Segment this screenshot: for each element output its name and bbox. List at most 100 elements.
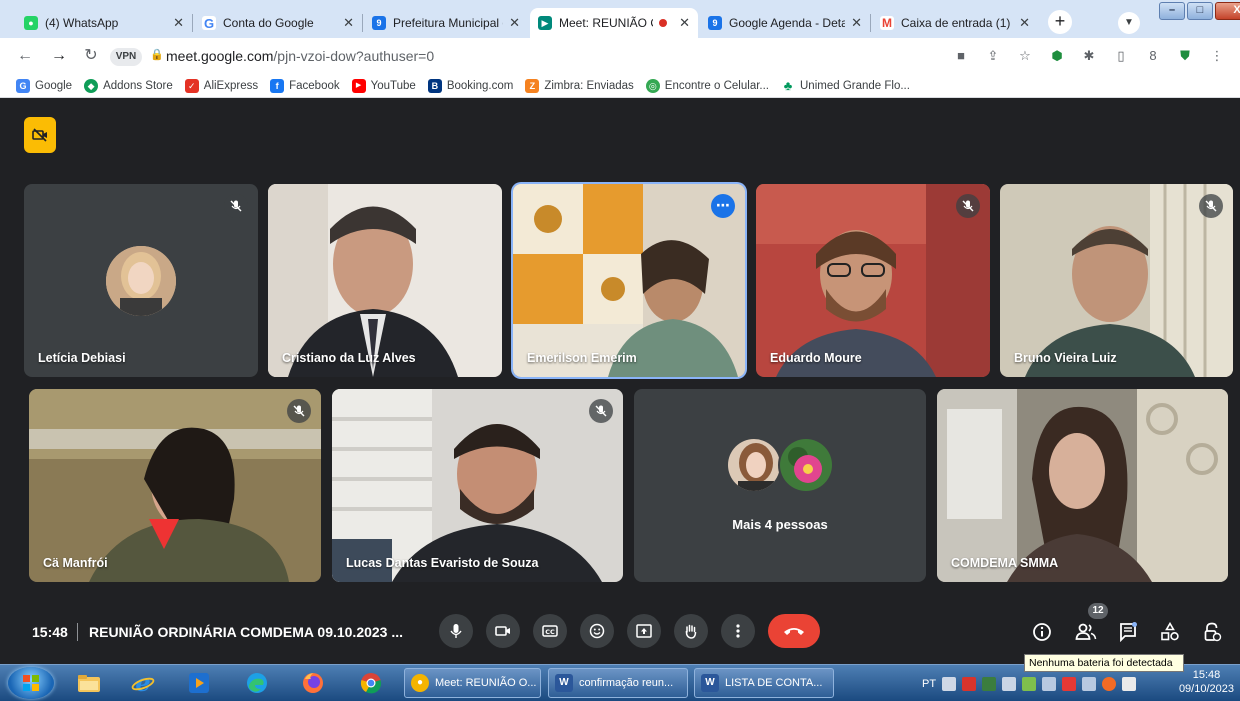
participant-tile-speaking[interactable]: ⋯ Emerilson Emerim xyxy=(513,184,745,377)
pdf-icon[interactable] xyxy=(962,676,977,691)
participant-tile[interactable]: Eduardo Moure xyxy=(756,184,990,377)
tab-close-icon[interactable]: ✕ xyxy=(1019,15,1030,31)
participant-tile[interactable]: Cristiano da Luz Alves xyxy=(268,184,502,377)
forward-arrow-icon[interactable]: → xyxy=(48,45,70,67)
people-icon[interactable] xyxy=(1074,620,1098,644)
camera-in-use-icon[interactable]: ■ xyxy=(952,47,970,65)
start-button[interactable] xyxy=(8,667,54,699)
participant-tile[interactable]: COMDEMA SMMA xyxy=(937,389,1228,582)
more-options-button[interactable] xyxy=(721,614,755,648)
tab-google-account[interactable]: G Conta do Google ✕ xyxy=(194,8,362,38)
more-participants-tile[interactable]: Mais 4 pessoas xyxy=(634,389,926,582)
taskbar-task-meet[interactable]: ● Meet: REUNIÃO O... xyxy=(404,668,541,698)
bookmark-label: Addons Store xyxy=(103,79,173,92)
taskbar-task-word-lista[interactable]: W LISTA DE CONTA... xyxy=(694,668,834,698)
network-icon[interactable] xyxy=(1022,676,1037,691)
present-icon xyxy=(636,624,652,638)
tab-close-icon[interactable]: ✕ xyxy=(509,15,520,31)
bookmark-find-phone[interactable]: ◎ Encontre o Celular... xyxy=(645,78,769,93)
bookmark-star-icon[interactable]: ☆ xyxy=(1016,47,1034,65)
taskbar-task-word-confirmacao[interactable]: W confirmação reun... xyxy=(548,668,688,698)
bookmark-aliexpress[interactable]: ✓ AliExpress xyxy=(184,78,258,93)
extension-shield-icon[interactable]: ⬢ xyxy=(1048,47,1066,65)
maximize-button[interactable]: □ xyxy=(1187,2,1213,20)
microphone-button[interactable] xyxy=(439,614,473,648)
vpn-badge[interactable]: VPN xyxy=(110,48,142,66)
volume-icon[interactable] xyxy=(1042,676,1057,691)
participant-name: Letícia Debiasi xyxy=(38,351,126,365)
present-screen-button[interactable] xyxy=(627,614,661,648)
keyboard-icon[interactable] xyxy=(942,676,957,691)
video-off-icon xyxy=(32,128,47,142)
bookmark-zimbra[interactable]: Z Zimbra: Enviadas xyxy=(525,78,634,93)
camera-off-indicator[interactable] xyxy=(24,117,56,153)
tab-search-chevron-icon[interactable]: ▼ xyxy=(1118,12,1140,34)
internet-explorer-icon[interactable]: e xyxy=(128,669,158,697)
meeting-details-icon[interactable] xyxy=(1030,620,1054,644)
file-explorer-icon[interactable] xyxy=(74,669,104,697)
signal-icon[interactable] xyxy=(1082,676,1097,691)
firefox-icon[interactable] xyxy=(298,669,328,697)
tab-whatsapp[interactable]: ● (4) WhatsApp ✕ xyxy=(16,8,192,38)
bookmark-youtube[interactable]: ▶ YouTube xyxy=(351,78,416,93)
new-tab-button[interactable]: + xyxy=(1048,10,1072,34)
tab-close-icon[interactable]: ✕ xyxy=(679,15,690,31)
activities-icon[interactable] xyxy=(1158,620,1182,644)
bookmark-unimed[interactable]: ♣ Unimed Grande Flo... xyxy=(781,78,910,93)
chrome-icon[interactable] xyxy=(356,669,386,697)
reactions-button[interactable] xyxy=(580,614,614,648)
participant-tile[interactable]: Lucas Dantas Evaristo de Souza xyxy=(332,389,623,582)
system-clock[interactable]: 15:48 09/10/2023 xyxy=(1179,668,1234,696)
language-indicator[interactable]: PT xyxy=(922,678,936,690)
captions-button[interactable]: CC xyxy=(533,614,567,648)
bookmark-addons-store[interactable]: ◆ Addons Store xyxy=(84,78,173,93)
edge-browser-icon[interactable] xyxy=(242,669,272,697)
tray-app-icon[interactable] xyxy=(982,676,997,691)
lock-icon[interactable]: 🔒 xyxy=(150,48,164,61)
back-arrow-icon[interactable]: ← xyxy=(14,45,36,67)
close-window-button[interactable]: X xyxy=(1215,2,1240,20)
muted-mic-icon xyxy=(1199,194,1223,218)
share-icon[interactable]: ⇪ xyxy=(984,47,1002,65)
tab-separator xyxy=(192,14,193,32)
more-options-icon[interactable]: ⋯ xyxy=(711,194,735,218)
bookmark-booking[interactable]: B Booking.com xyxy=(427,78,513,93)
camera-icon xyxy=(495,626,510,636)
participant-tile[interactable]: Cä Manfrói xyxy=(29,389,321,582)
bookmark-label: Google xyxy=(35,79,73,92)
raise-hand-button[interactable] xyxy=(674,614,708,648)
side-panel-icon[interactable]: ▯ xyxy=(1112,47,1130,65)
bookmark-facebook[interactable]: f Facebook xyxy=(270,78,340,93)
leave-call-button[interactable] xyxy=(768,614,820,648)
chat-icon[interactable] xyxy=(1116,620,1140,644)
browser-menu-icon[interactable]: ⋮ xyxy=(1208,47,1226,65)
address-bar[interactable]: meet.google.com/pjn-vzoi-dow?authuser=0 xyxy=(166,48,434,64)
tab-title: Conta do Google xyxy=(223,16,314,30)
tray-app-icon[interactable] xyxy=(1002,676,1017,691)
host-controls-lock-icon[interactable] xyxy=(1200,620,1224,644)
action-center-flag-icon[interactable] xyxy=(1122,676,1137,691)
reload-icon[interactable]: ↻ xyxy=(80,45,102,67)
tab-close-icon[interactable]: ✕ xyxy=(851,15,862,31)
task-label: confirmação reun... xyxy=(579,677,674,689)
extensions-puzzle-icon[interactable]: ✱ xyxy=(1080,47,1098,65)
tab-google-agenda[interactable]: 9 Google Agenda - Detal ✕ xyxy=(700,8,870,38)
participant-tile[interactable]: Bruno Vieira Luiz xyxy=(1000,184,1233,377)
participant-video xyxy=(332,389,623,582)
antivirus-icon[interactable] xyxy=(1062,676,1077,691)
bookmarks-bar: G Google ◆ Addons Store ✓ AliExpress f Faceb… xyxy=(0,74,1240,98)
tray-app-icon[interactable] xyxy=(1102,676,1117,691)
vpn-shield-icon[interactable]: ⛊ xyxy=(1176,47,1194,65)
tab-close-icon[interactable]: ✕ xyxy=(173,15,184,31)
media-player-icon[interactable] xyxy=(184,669,214,697)
tab-close-icon[interactable]: ✕ xyxy=(343,15,354,31)
minimize-button[interactable]: – xyxy=(1159,2,1185,20)
tab-prefeitura[interactable]: 9 Prefeitura Municipal de ✕ xyxy=(364,8,528,38)
bookmark-google[interactable]: G Google xyxy=(16,78,73,93)
profile-icon[interactable]: 8 xyxy=(1144,47,1162,65)
tab-gmail[interactable]: M Caixa de entrada (1) - c ✕ xyxy=(872,8,1038,38)
tab-meet[interactable]: ▶ Meet: REUNIÃO OF ✕ xyxy=(530,8,698,38)
camera-button[interactable] xyxy=(486,614,520,648)
booking-icon: B xyxy=(427,78,442,93)
participant-tile[interactable]: Letícia Debiasi xyxy=(24,184,258,377)
